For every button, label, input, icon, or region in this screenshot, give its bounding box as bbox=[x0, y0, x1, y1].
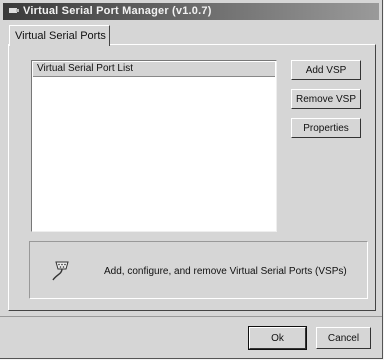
vsp-list[interactable]: Virtual Serial Port List bbox=[31, 60, 277, 232]
tab-label: Virtual Serial Ports bbox=[15, 30, 106, 42]
remove-vsp-button[interactable]: Remove VSP bbox=[291, 89, 361, 109]
serial-connector-icon bbox=[52, 261, 69, 281]
list-column-header-label: Virtual Serial Port List bbox=[37, 63, 133, 74]
info-description: Add, configure, and remove Virtual Seria… bbox=[104, 266, 347, 277]
cancel-button[interactable]: Cancel bbox=[316, 327, 371, 349]
list-column-header[interactable]: Virtual Serial Port List bbox=[33, 62, 275, 77]
footer-divider bbox=[0, 316, 382, 317]
properties-button[interactable]: Properties bbox=[291, 118, 361, 138]
tab-virtual-serial-ports[interactable]: Virtual Serial Ports bbox=[9, 25, 110, 46]
title-bar[interactable]: Virtual Serial Port Manager (v1.0.7) bbox=[3, 3, 379, 20]
vsp-manager-window: Virtual Serial Port Manager (v1.0.7) Vir… bbox=[0, 0, 383, 359]
window-title: Virtual Serial Port Manager (v1.0.7) bbox=[23, 5, 212, 17]
app-icon bbox=[9, 8, 19, 13]
ok-button[interactable]: Ok bbox=[248, 326, 307, 350]
add-vsp-button[interactable]: Add VSP bbox=[291, 60, 361, 80]
